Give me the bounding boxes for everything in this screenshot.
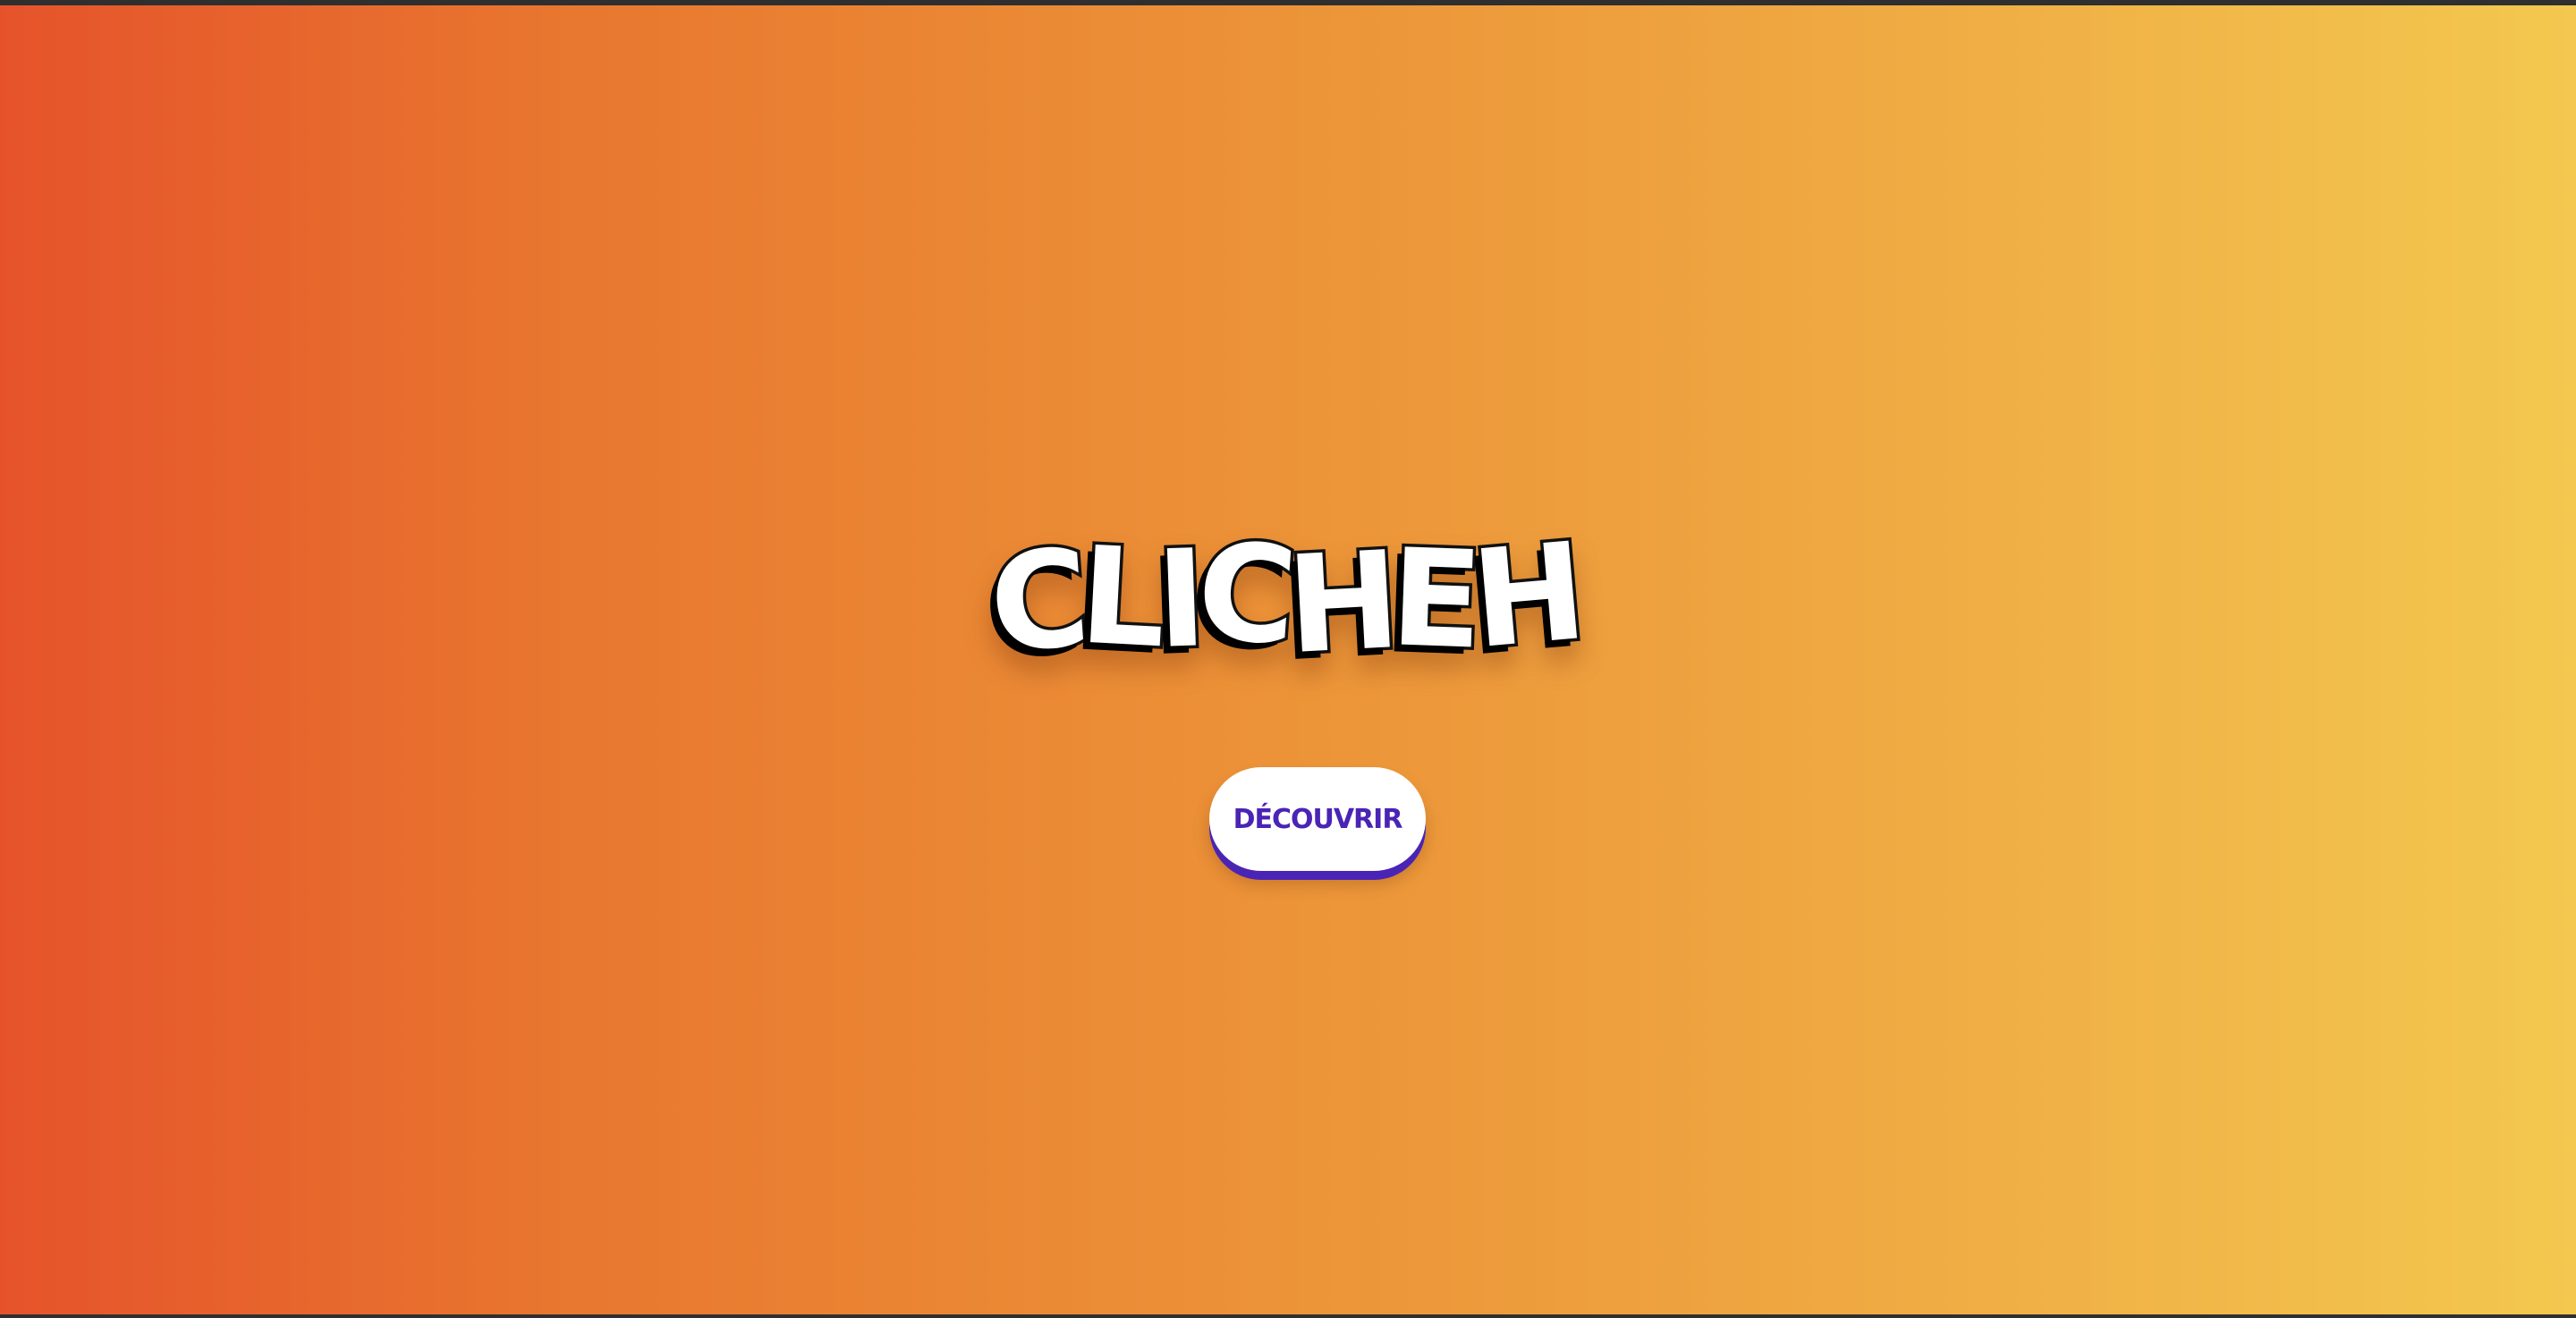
discover-button[interactable]: Découvrir: [1209, 767, 1426, 871]
logo-letter: H: [1280, 520, 1406, 687]
logo-letter: H: [1463, 511, 1595, 681]
hero-section: C L I C H E H Découvrir: [0, 5, 2576, 1314]
clicheh-logo: C L I C H E H: [982, 511, 1595, 688]
